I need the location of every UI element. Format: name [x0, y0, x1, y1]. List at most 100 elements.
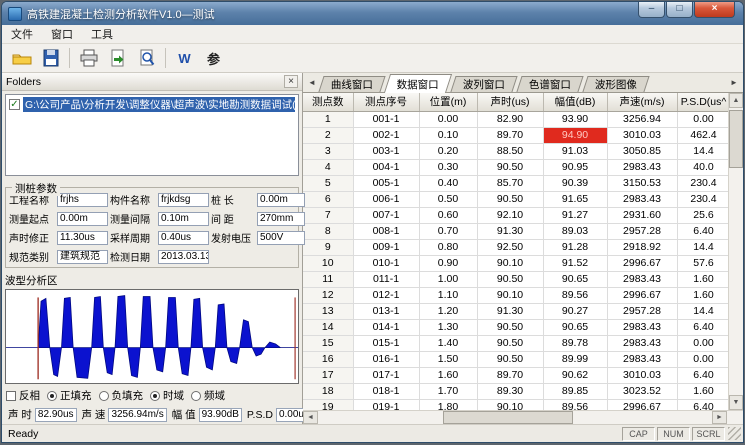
grid-cell[interactable]: 89.56: [543, 399, 607, 410]
wave-control-2[interactable]: 负填充: [99, 388, 144, 403]
grid-cell[interactable]: 5: [303, 175, 353, 191]
grid-cell[interactable]: 1.60: [677, 383, 728, 399]
grid-cell[interactable]: 2996.67: [607, 399, 677, 410]
grid-cell[interactable]: 1.10: [419, 287, 477, 303]
param-value[interactable]: 0.00m: [257, 193, 305, 207]
tab-4[interactable]: 波形图像: [582, 76, 649, 92]
grid-cell[interactable]: 89.70: [477, 127, 543, 143]
grid-cell[interactable]: 0.90: [419, 255, 477, 271]
grid-cell[interactable]: 89.70: [477, 367, 543, 383]
checkbox-icon[interactable]: [6, 391, 16, 401]
grid-cell[interactable]: 91.30: [477, 223, 543, 239]
param-value[interactable]: 2013.03.13: [158, 250, 209, 264]
grid-cell[interactable]: 19: [303, 399, 353, 410]
grid-cell[interactable]: 2957.28: [607, 303, 677, 319]
grid-cell[interactable]: 4: [303, 159, 353, 175]
grid-cell[interactable]: 15: [303, 335, 353, 351]
word-button[interactable]: W: [171, 46, 198, 71]
grid-cell[interactable]: 2996.67: [607, 255, 677, 271]
menu-item-2[interactable]: 工具: [82, 24, 122, 44]
save-button[interactable]: [37, 46, 64, 71]
grid-cell[interactable]: 82.90: [477, 111, 543, 127]
table-row[interactable]: 16016-11.5090.5089.992983.430.00: [303, 351, 728, 367]
grid-cell[interactable]: 011-1: [353, 271, 419, 287]
horizontal-scrollbar[interactable]: ◄ ►: [303, 410, 743, 424]
grid-cell[interactable]: 88.50: [477, 143, 543, 159]
grid-cell[interactable]: 019-1: [353, 399, 419, 410]
column-header[interactable]: 声速(m/s): [607, 93, 677, 111]
grid-cell[interactable]: 0.00: [677, 335, 728, 351]
param-value[interactable]: 500V: [257, 231, 305, 245]
grid-cell[interactable]: 0.80: [419, 239, 477, 255]
column-header[interactable]: 测点数: [303, 93, 353, 111]
grid-cell[interactable]: 11: [303, 271, 353, 287]
grid-cell[interactable]: 7: [303, 207, 353, 223]
wave-control-0[interactable]: 反相: [6, 388, 40, 403]
grid-cell[interactable]: 91.03: [543, 143, 607, 159]
grid-cell[interactable]: 007-1: [353, 207, 419, 223]
grid-cell[interactable]: 6.40: [677, 319, 728, 335]
grid-cell[interactable]: 13: [303, 303, 353, 319]
grid-cell[interactable]: 1.40: [419, 335, 477, 351]
table-row[interactable]: 3003-10.2088.5091.033050.8514.4: [303, 143, 728, 159]
param-value[interactable]: 建筑规范: [57, 250, 108, 264]
preview-button[interactable]: [133, 46, 160, 71]
grid-cell[interactable]: 90.50: [477, 191, 543, 207]
grid-cell[interactable]: 3023.52: [607, 383, 677, 399]
grid-cell[interactable]: 003-1: [353, 143, 419, 159]
grid-cell[interactable]: 90.50: [477, 351, 543, 367]
grid-cell[interactable]: 14.4: [677, 239, 728, 255]
radio-icon[interactable]: [47, 391, 57, 401]
grid-cell[interactable]: 2918.92: [607, 239, 677, 255]
param-value[interactable]: 0.10m: [158, 212, 209, 226]
param-value[interactable]: 11.30us: [57, 231, 108, 245]
grid-cell[interactable]: 3010.03: [607, 127, 677, 143]
vertical-scroll-thumb[interactable]: [729, 110, 743, 168]
table-row[interactable]: 4004-10.3090.5090.952983.4340.0: [303, 159, 728, 175]
maximize-button[interactable]: □: [666, 2, 693, 18]
folders-panel-header[interactable]: Folders ×: [2, 73, 302, 91]
table-row[interactable]: 11011-11.0090.5090.652983.431.60: [303, 271, 728, 287]
grid-cell[interactable]: 018-1: [353, 383, 419, 399]
wave-control-1[interactable]: 正填充: [47, 388, 92, 403]
grid-cell[interactable]: 2: [303, 127, 353, 143]
grid-cell[interactable]: 1.00: [419, 271, 477, 287]
tab-scroll-right-icon[interactable]: ►: [727, 77, 741, 90]
grid-cell[interactable]: 90.95: [543, 159, 607, 175]
grid-cell[interactable]: 14.4: [677, 143, 728, 159]
reference-button[interactable]: 参: [200, 46, 227, 71]
tab-3[interactable]: 色谱窗口: [516, 76, 583, 92]
grid-cell[interactable]: 6: [303, 191, 353, 207]
waveform-plot[interactable]: [5, 289, 299, 384]
grid-cell[interactable]: 0.00: [677, 111, 728, 127]
grid-cell[interactable]: 462.4: [677, 127, 728, 143]
grid-cell[interactable]: 0.00: [419, 111, 477, 127]
grid-cell[interactable]: 1.30: [419, 319, 477, 335]
grid-cell[interactable]: 90.10: [477, 399, 543, 410]
grid-cell[interactable]: 0.10: [419, 127, 477, 143]
scroll-up-icon[interactable]: ▲: [729, 93, 743, 108]
grid-cell[interactable]: 3010.03: [607, 367, 677, 383]
minimize-button[interactable]: –: [638, 2, 665, 18]
grid-cell[interactable]: 002-1: [353, 127, 419, 143]
grid-cell[interactable]: 3050.85: [607, 143, 677, 159]
grid-cell[interactable]: 89.78: [543, 335, 607, 351]
grid-cell[interactable]: 10: [303, 255, 353, 271]
grid-cell[interactable]: 2996.67: [607, 287, 677, 303]
grid-cell[interactable]: 91.28: [543, 239, 607, 255]
menu-item-0[interactable]: 文件: [2, 24, 42, 44]
radio-icon[interactable]: [191, 391, 201, 401]
menu-item-1[interactable]: 窗口: [42, 24, 82, 44]
grid-cell[interactable]: 90.65: [543, 319, 607, 335]
grid-cell[interactable]: 90.27: [543, 303, 607, 319]
grid-cell[interactable]: 8: [303, 223, 353, 239]
grid-cell[interactable]: 2931.60: [607, 207, 677, 223]
scroll-down-icon[interactable]: ▼: [729, 395, 743, 410]
tree-item[interactable]: ✓G:\公司产品\分析开发\调整仪器\超声波\实地勘测数据调试(cd\p003\…: [8, 97, 296, 112]
wave-control-3[interactable]: 时域: [150, 388, 184, 403]
grid-cell[interactable]: 90.39: [543, 175, 607, 191]
grid-cell[interactable]: 1.60: [677, 271, 728, 287]
table-row[interactable]: 17017-11.6089.7090.623010.036.40: [303, 367, 728, 383]
table-row[interactable]: 13013-11.2091.3090.272957.2814.4: [303, 303, 728, 319]
grid-cell[interactable]: 230.4: [677, 191, 728, 207]
